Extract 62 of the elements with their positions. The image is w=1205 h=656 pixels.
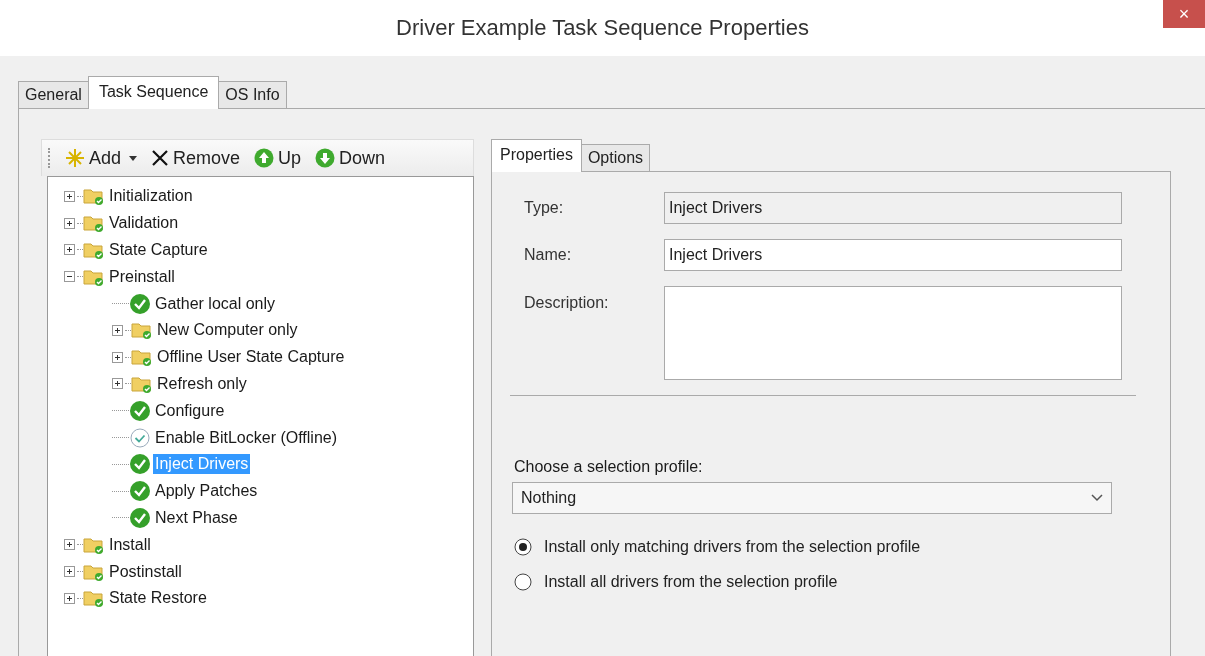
plus-box-icon[interactable] [64, 217, 75, 229]
folder-check-icon [131, 347, 153, 368]
tree-item[interactable]: Postinstall [107, 561, 184, 582]
field-label: Choose a selection profile: [514, 458, 704, 476]
caret-icon [129, 155, 138, 161]
tree-item[interactable]: Preinstall [107, 266, 177, 287]
description-field[interactable] [664, 286, 1122, 380]
tree-item[interactable]: Offline User State Capture [155, 347, 347, 368]
tree-item[interactable]: Validation [107, 213, 181, 234]
tree-item[interactable]: Next Phase [153, 507, 240, 528]
window-title: Driver Example Task Sequence Properties [396, 15, 809, 41]
plus-box-icon[interactable] [112, 378, 123, 390]
field-label: Name: [524, 246, 573, 264]
folder-check-icon [83, 186, 105, 207]
minus-box-icon[interactable] [64, 271, 75, 283]
checkmark-icon [129, 426, 151, 449]
tree-item[interactable]: Apply Patches [153, 481, 260, 502]
chevron-icon [1091, 494, 1103, 502]
close-button[interactable]: × [1163, 0, 1205, 28]
tree-item[interactable]: Configure [153, 400, 227, 421]
tree-item[interactable]: Gather local only [153, 293, 278, 314]
tab[interactable]: Task Sequence [87, 76, 220, 109]
folder-check-icon [83, 588, 105, 609]
toolbar-button[interactable]: Down [313, 147, 388, 169]
folder-check-icon [83, 240, 105, 260]
plus-box-icon[interactable] [112, 324, 123, 336]
folder-check-icon [83, 213, 105, 234]
tab[interactable]: Properties [491, 139, 582, 172]
tree-item[interactable]: State Restore [107, 588, 209, 609]
field-label: Description: [524, 294, 610, 312]
checkmark-icon [129, 506, 151, 529]
tab[interactable]: General [18, 81, 89, 108]
tab[interactable]: OS Info [218, 81, 287, 108]
toolbar-button[interactable]: Add [63, 147, 140, 169]
plus-box-icon[interactable] [64, 566, 75, 578]
tree-item[interactable]: Initialization [107, 186, 195, 207]
plus-box-icon[interactable] [64, 190, 75, 202]
tree-item[interactable]: Install [107, 534, 153, 555]
folder-check-icon [131, 320, 153, 341]
tree-item[interactable]: Refresh only [155, 373, 249, 394]
radio-option[interactable]: Install only matching drivers from the selection profile [514, 538, 1134, 556]
plus-box-icon[interactable] [112, 351, 123, 363]
plus-box-icon[interactable] [64, 592, 75, 604]
type-field[interactable]: Inject Drivers [664, 192, 1122, 224]
checkmark-icon [129, 292, 151, 315]
checkmark-icon [129, 399, 151, 422]
tree-item[interactable]: Enable BitLocker (Offline) [153, 427, 339, 448]
plus-box-icon[interactable] [64, 244, 75, 256]
checkmark-icon [129, 453, 151, 476]
tab[interactable]: Options [580, 144, 651, 171]
toolbar-button[interactable]: Remove [149, 147, 243, 169]
tree-item[interactable]: State Capture [107, 240, 210, 260]
checkmark-icon [129, 480, 151, 503]
tree-item[interactable]: New Computer only [155, 320, 300, 341]
x-icon [151, 149, 170, 167]
sparkle-icon [65, 148, 85, 168]
profile-dropdown[interactable]: Nothing [512, 482, 1112, 514]
field-label: Type: [524, 199, 565, 217]
name-field[interactable]: Inject Drivers [664, 239, 1122, 271]
plus-box-icon[interactable] [64, 539, 75, 551]
toolbar-button[interactable]: Up [252, 147, 304, 169]
radio-option[interactable]: Install all drivers from the selection profile [514, 573, 1134, 591]
